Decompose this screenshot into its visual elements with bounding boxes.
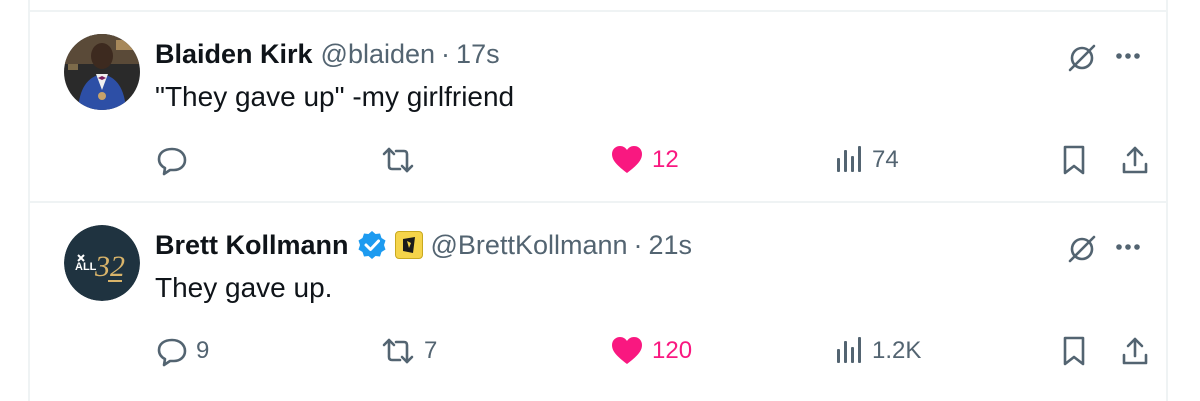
tweet-text: They gave up. [155,272,333,303]
tweet-actions: 12 74 [30,140,1166,180]
reply-button[interactable]: 9 [156,331,209,371]
share-button[interactable] [1120,331,1150,371]
repost-button[interactable]: 7 [380,331,437,371]
views-button[interactable]: 1.2K [834,331,921,371]
reply-icon [156,335,188,367]
affiliate-badge-icon[interactable] [394,231,423,259]
share-icon [1120,144,1150,176]
views-icon [834,144,864,176]
more-icon[interactable] [1112,40,1144,77]
grok-icon[interactable] [1064,40,1100,81]
tweet-header: Brett Kollmann @BrettKollmann · 21s [155,228,1036,262]
heart-icon [610,144,644,176]
author-name[interactable]: Brett Kollmann [155,228,349,262]
author-handle[interactable]: @BrettKollmann [431,228,628,262]
timestamp[interactable]: 17s [456,37,500,71]
like-button[interactable]: 12 [610,140,679,180]
views-count: 1.2K [872,337,922,364]
bookmark-button[interactable] [1060,140,1088,180]
avatar-logo-text: ALL [75,261,97,273]
tweet-text: "They gave up" -my girlfriend [155,81,515,112]
repost-button[interactable] [380,140,424,180]
share-button[interactable] [1120,140,1150,180]
repost-count: 7 [424,337,438,364]
views-icon [834,335,864,367]
share-icon [1120,335,1150,367]
reply-button[interactable] [156,140,196,180]
timeline: Blaiden Kirk @blaiden · 17s "They gave u… [28,0,1168,401]
verified-badge-icon[interactable] [357,230,387,260]
timestamp[interactable]: 21s [649,228,693,262]
like-button[interactable]: 120 [610,331,692,371]
separator: · [633,230,643,260]
separator: · [441,39,451,69]
tweet[interactable]: Blaiden Kirk @blaiden · 17s "They gave u… [30,12,1166,203]
heart-icon [610,335,644,367]
author-handle[interactable]: @blaiden [321,37,436,71]
bookmark-icon [1060,335,1088,367]
bookmark-icon [1060,144,1088,176]
author-name[interactable]: Blaiden Kirk [155,37,313,71]
reply-icon [156,144,188,176]
repost-icon [380,144,416,176]
avatar[interactable]: ALL 32 [64,225,140,301]
repost-icon [380,335,416,367]
grok-icon[interactable] [1064,231,1100,272]
more-icon[interactable] [1112,231,1144,268]
tweet[interactable]: ALL 32 Brett Kollmann @BrettKollmann · 2… [30,203,1166,401]
like-count: 120 [652,337,693,364]
avatar[interactable] [64,34,140,110]
like-count: 12 [652,146,679,173]
tweet-header: Blaiden Kirk @blaiden · 17s [155,37,1036,71]
bookmark-button[interactable] [1060,331,1088,371]
tweet-actions: 9 7 120 1.2K [30,331,1166,371]
avatar-logo-number: 32 [94,250,125,283]
reply-count: 9 [196,337,210,364]
views-button[interactable]: 74 [834,140,899,180]
views-count: 74 [872,146,899,173]
